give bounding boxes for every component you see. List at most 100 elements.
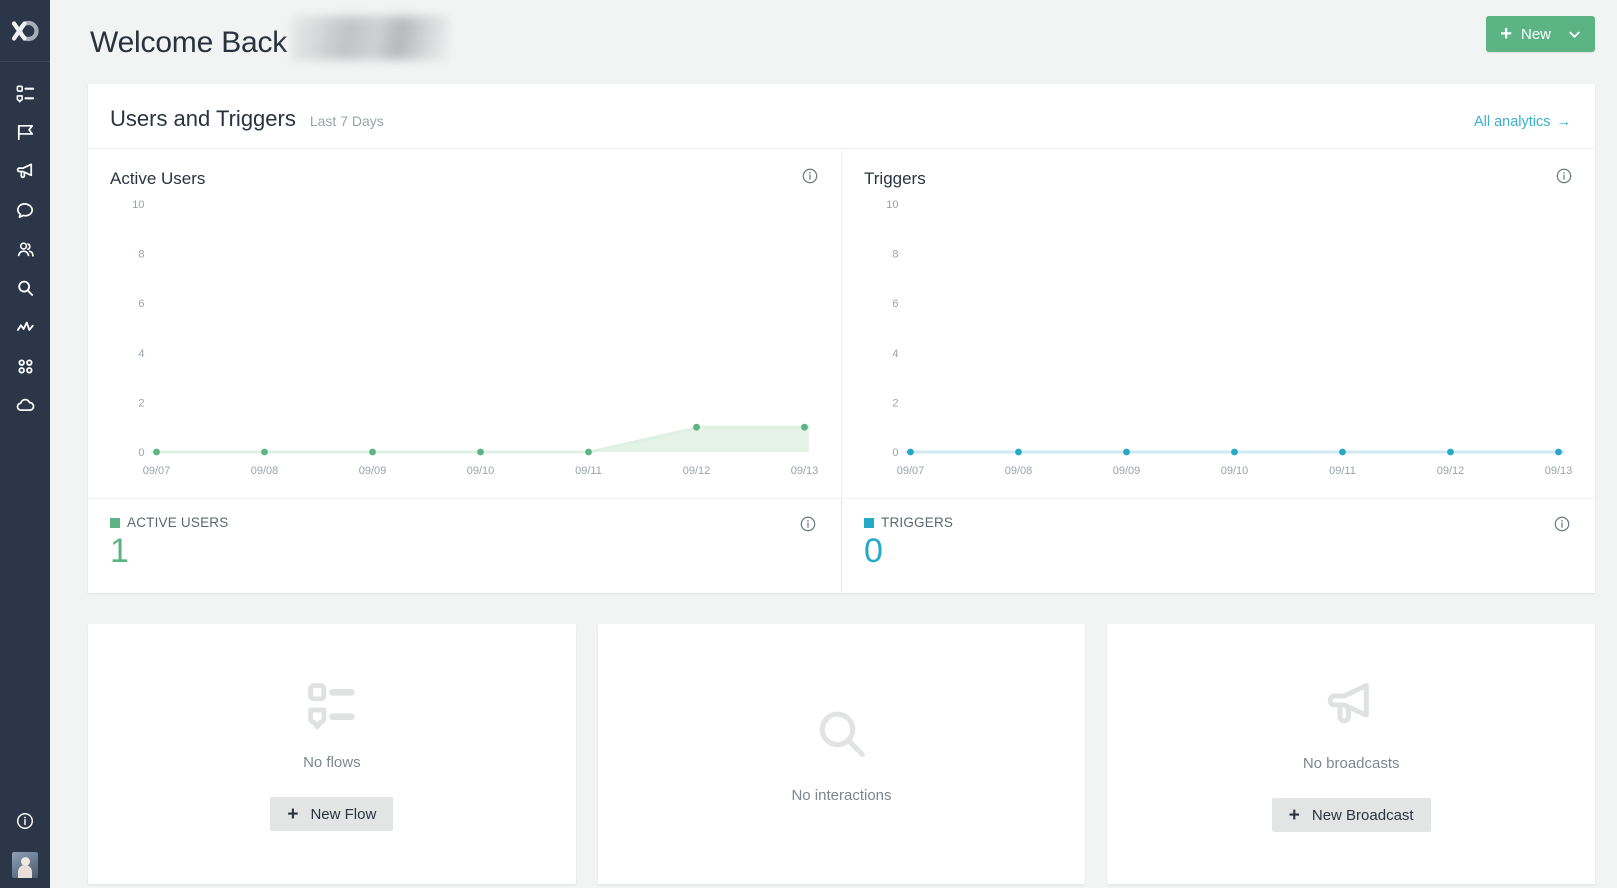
- sidebar-item-broadcasts[interactable]: [0, 152, 50, 191]
- new-broadcast-button[interactable]: + New Broadcast: [1271, 798, 1431, 833]
- analytics-icon: [16, 321, 34, 331]
- plus-icon: +: [287, 803, 299, 825]
- svg-text:4: 4: [138, 348, 144, 360]
- svg-text:09/12: 09/12: [683, 465, 711, 477]
- sidebar-item-messages[interactable]: [0, 191, 50, 230]
- textit-logo-icon: [11, 20, 39, 41]
- flows-empty-text: No flows: [303, 754, 361, 772]
- svg-text:2: 2: [138, 397, 144, 409]
- svg-text:09/07: 09/07: [897, 465, 925, 477]
- new-broadcast-label: New Broadcast: [1311, 806, 1414, 824]
- campaigns-icon: [17, 124, 33, 141]
- welcome-text: Welcome Back: [90, 26, 288, 59]
- sidebar-item-channels[interactable]: [0, 386, 50, 425]
- sidebar-bottom: [0, 801, 50, 878]
- svg-text:09/11: 09/11: [575, 465, 602, 477]
- analytics-subtitle: Last 7 Days: [309, 113, 384, 129]
- arrow-right-icon: →: [1556, 114, 1572, 130]
- stat-value-triggers: 0: [864, 532, 883, 570]
- redacted-user-name: [291, 16, 450, 60]
- plus-icon: +: [1500, 23, 1512, 45]
- messages-icon: [16, 203, 33, 219]
- search-icon: [811, 704, 873, 771]
- svg-text:10: 10: [886, 199, 898, 211]
- broadcasts-icon: [16, 163, 32, 179]
- info-icon: [17, 812, 33, 829]
- svg-text:09/08: 09/08: [1005, 465, 1033, 477]
- topbar: Welcome Back + New: [50, 0, 1617, 68]
- legend-swatch: [110, 517, 120, 528]
- svg-text:0: 0: [892, 447, 898, 459]
- broadcasts-empty-text: No broadcasts: [1302, 755, 1400, 773]
- analytics-title: Users and Triggers: [110, 106, 296, 131]
- sidebar-item-help[interactable]: [0, 801, 50, 840]
- svg-text:09/13: 09/13: [791, 465, 819, 477]
- svg-text:09/10: 09/10: [1221, 465, 1249, 477]
- stat-label-triggers: TRIGGERS: [864, 515, 953, 530]
- search-icon: [17, 280, 33, 296]
- channels-icon: [16, 398, 34, 411]
- svg-text:09/12: 09/12: [1437, 465, 1465, 477]
- svg-text:8: 8: [138, 249, 144, 261]
- info-icon[interactable]: [799, 515, 817, 538]
- interactions-empty-card: No interactions: [597, 624, 1086, 885]
- active-users-chart-title: Active Users: [110, 168, 206, 188]
- svg-text:09/13: 09/13: [1545, 465, 1573, 477]
- new-button[interactable]: + New: [1486, 16, 1595, 52]
- plus-icon: +: [1288, 804, 1300, 826]
- sidebar-item-search[interactable]: [0, 269, 50, 308]
- new-flow-button[interactable]: + New Flow: [270, 797, 394, 832]
- svg-text:09/08: 09/08: [251, 465, 279, 477]
- sidebar-item-flows[interactable]: [0, 74, 50, 113]
- stat-value-active-users: 1: [110, 532, 129, 570]
- charts-row: Active Users 0 2 4 6 8 10 09/07 09/08 09…: [88, 149, 1595, 498]
- svg-text:6: 6: [138, 298, 144, 310]
- megaphone-icon: [1322, 676, 1380, 739]
- stat-label-text: TRIGGERS: [881, 515, 954, 530]
- logo[interactable]: [0, 0, 50, 62]
- app-root: Welcome Back + New Users and Triggers La…: [0, 0, 1617, 888]
- active-users-chart-panel: Active Users 0 2 4 6 8 10 09/07 09/08 09…: [88, 149, 841, 498]
- sidebar-nav: [0, 74, 50, 425]
- broadcasts-empty-card: No broadcasts + New Broadcast: [1107, 624, 1596, 885]
- triggers-chart-title: Triggers: [864, 168, 926, 188]
- svg-text:4: 4: [892, 348, 898, 360]
- all-analytics-label: All analytics: [1473, 114, 1551, 130]
- analytics-card-header: Users and Triggers Last 7 Days All analy…: [88, 84, 1595, 149]
- empty-state-cards: No flows + New Flow No interactions No b…: [88, 624, 1596, 885]
- triggers-chart-labels: 0 2 4 6 8 10 09/07 09/08 09/09 09/10 09/11 09/12 09/…: [886, 199, 1573, 477]
- sidebar-item-campaigns[interactable]: [0, 113, 50, 152]
- stats-row: ACTIVE USERS 1 TRIGGERS 0: [88, 498, 1595, 594]
- sidebar-item-analytics[interactable]: [0, 308, 50, 347]
- new-flow-label: New Flow: [310, 805, 377, 823]
- svg-text:09/09: 09/09: [359, 465, 387, 477]
- stat-label-text: ACTIVE USERS: [127, 515, 229, 530]
- apps-icon: [17, 359, 33, 374]
- svg-text:0: 0: [138, 447, 144, 459]
- stat-active-users: ACTIVE USERS 1: [88, 499, 841, 593]
- sidebar-item-apps[interactable]: [0, 347, 50, 386]
- analytics-card: Users and Triggers Last 7 Days All analy…: [88, 84, 1595, 594]
- main-content: Welcome Back + New Users and Triggers La…: [50, 0, 1617, 888]
- info-icon[interactable]: [801, 167, 819, 190]
- triggers-chart-panel: Triggers 0 2 4 6 8 10 09/07 09/08 09/09 …: [841, 149, 1595, 498]
- triggers-chart-body: 0 2 4 6 8 10 09/07 09/08 09/09 09/10 09/11 09/12 09/…: [864, 196, 1573, 486]
- flows-icon: [16, 85, 34, 103]
- active-users-chart-body: 0 2 4 6 8 10 09/07 09/08 09/09 09/10 09/11 09/12 09/…: [110, 196, 819, 486]
- active-users-chart-labels: 0 2 4 6 8 10 09/07 09/08 09/09 09/10 09/11 09/12 09/…: [132, 199, 819, 477]
- sidebar-item-contacts[interactable]: [0, 230, 50, 269]
- svg-text:09/09: 09/09: [1113, 465, 1141, 477]
- legend-swatch: [864, 517, 874, 528]
- avatar[interactable]: [12, 852, 38, 878]
- all-analytics-link[interactable]: All analytics →: [1474, 114, 1571, 130]
- svg-text:6: 6: [892, 298, 898, 310]
- svg-text:09/07: 09/07: [143, 465, 171, 477]
- info-icon[interactable]: [1553, 515, 1571, 538]
- page-title: Welcome Back: [90, 8, 450, 60]
- chevron-down-icon: [1568, 28, 1581, 41]
- stat-triggers: TRIGGERS 0: [841, 499, 1595, 594]
- flows-icon: [304, 677, 360, 738]
- svg-text:2: 2: [892, 397, 898, 409]
- svg-text:09/11: 09/11: [1329, 465, 1356, 477]
- info-icon[interactable]: [1555, 167, 1573, 190]
